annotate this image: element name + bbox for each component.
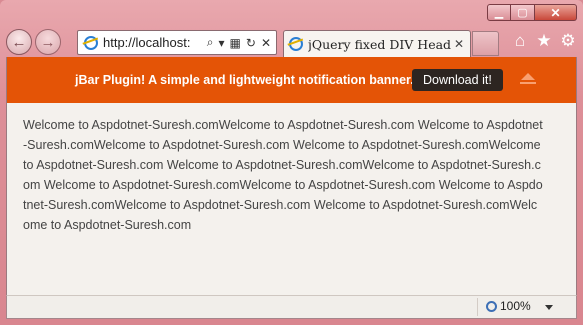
tab-title: jQuery fixed DIV Header N...: [308, 36, 451, 52]
address-text[interactable]: http://localhost:: [103, 35, 207, 50]
stop-icon[interactable]: ✕: [261, 36, 271, 50]
tab-ie-icon: [289, 37, 303, 51]
browser-window: ▁ ▢ ✕ ← → http://localhost: ⌕ ▾ ▦ ↻ ✕ jQ…: [0, 0, 583, 325]
search-icon[interactable]: ⌕: [207, 35, 214, 50]
back-arrow-icon: ←: [11, 33, 27, 51]
home-icon[interactable]: ⌂: [511, 31, 529, 50]
new-tab-button[interactable]: [472, 31, 499, 56]
zoom-dropdown-icon[interactable]: [545, 305, 553, 310]
download-button[interactable]: Download it!: [412, 69, 503, 91]
nav-buttons: ← →: [6, 26, 61, 58]
minimize-button[interactable]: ▁: [487, 4, 511, 21]
toolbar-icons: ⌂ ★ ⚙: [511, 31, 577, 50]
zoom-control[interactable]: 100%: [486, 299, 531, 313]
forward-button[interactable]: →: [35, 29, 61, 55]
address-tools: ⌕ ▾ ▦ ↻ ✕: [207, 35, 276, 50]
status-bar: 100%: [6, 295, 577, 319]
ie-page-icon: [84, 35, 98, 50]
dropdown-icon[interactable]: ▾: [219, 36, 225, 50]
back-button[interactable]: ←: [6, 29, 32, 55]
compatibility-view-icon[interactable]: ▦: [230, 36, 241, 50]
page-viewport: jBar Plugin! A simple and lightweight no…: [6, 57, 577, 295]
favorites-star-icon[interactable]: ★: [535, 31, 553, 50]
gear-icon[interactable]: ⚙: [559, 31, 577, 50]
status-separator: [477, 298, 478, 316]
window-controls: ▁ ▢ ✕: [487, 4, 577, 21]
jbar-collapse-icon[interactable]: [518, 69, 538, 91]
refresh-icon[interactable]: ↻: [246, 36, 256, 50]
close-window-button[interactable]: ✕: [535, 4, 577, 21]
tab-active[interactable]: jQuery fixed DIV Header N... ✕: [283, 30, 471, 57]
jbar-message: jBar Plugin! A simple and lightweight no…: [75, 73, 414, 87]
page-content-text: Welcome to Aspdotnet-Suresh.comWelcome t…: [23, 118, 543, 232]
address-bar[interactable]: http://localhost: ⌕ ▾ ▦ ↻ ✕: [77, 30, 277, 55]
jbar-notification-banner: jBar Plugin! A simple and lightweight no…: [7, 57, 576, 103]
tab-close-icon[interactable]: ✕: [451, 37, 467, 51]
forward-arrow-icon: →: [40, 33, 56, 51]
zoom-icon: [486, 300, 497, 312]
maximize-button[interactable]: ▢: [511, 4, 535, 21]
zoom-level: 100%: [500, 299, 531, 313]
